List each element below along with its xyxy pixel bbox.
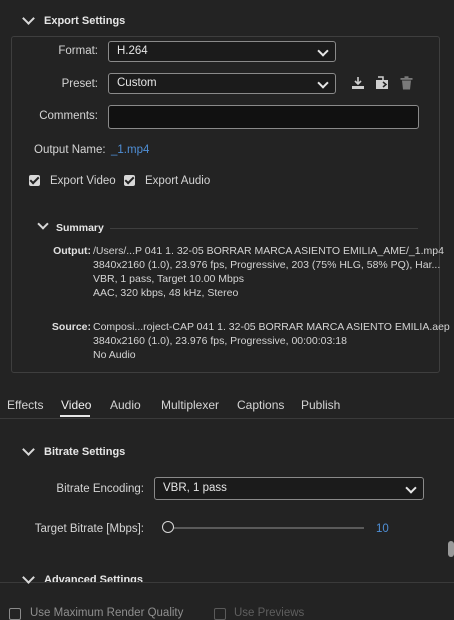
target-bitrate-label: Target Bitrate [Mbps]: xyxy=(34,523,144,535)
tab-effects[interactable]: Effects xyxy=(7,398,43,412)
summary-divider xyxy=(110,228,418,229)
target-bitrate-track xyxy=(170,527,364,529)
format-dropdown[interactable]: H.264 xyxy=(108,41,336,62)
active-tab-underline xyxy=(60,415,90,417)
summary-output-line: VBR, 1 pass, Target 10.00 Mbps xyxy=(93,273,244,285)
summary-output-line: AAC, 320 kbps, 48 kHz, Stereo xyxy=(93,287,239,299)
tab-video[interactable]: Video xyxy=(61,398,91,412)
scrollbar-thumb[interactable] xyxy=(448,541,454,557)
tab-publish[interactable]: Publish xyxy=(301,398,340,412)
output-name-label: Output Name: xyxy=(34,144,106,156)
format-label: Format: xyxy=(58,45,98,57)
bitrate-settings-collapse-icon[interactable] xyxy=(22,443,35,456)
tabs-divider xyxy=(0,418,454,419)
summary-title: Summary xyxy=(56,222,104,234)
bitrate-encoding-label: Bitrate Encoding: xyxy=(56,483,144,495)
use-max-render-label: Use Maximum Render Quality xyxy=(30,607,184,619)
chevron-down-icon xyxy=(405,482,417,494)
target-bitrate-slider-handle[interactable] xyxy=(162,521,174,533)
chevron-down-icon xyxy=(317,77,329,89)
advanced-divider xyxy=(0,582,454,583)
target-bitrate-value[interactable]: 10 xyxy=(376,523,389,535)
tab-captions[interactable]: Captions xyxy=(237,398,284,412)
use-previews-label: Use Previews xyxy=(234,607,305,619)
comments-label: Comments: xyxy=(39,110,98,122)
export-audio-label: Export Audio xyxy=(145,175,211,187)
summary-source-line: 3840x2160 (1.0), 23.976 fps, Progressive… xyxy=(93,335,347,347)
summary-output-line: 3840x2160 (1.0), 23.976 fps, Progressive… xyxy=(93,259,441,271)
advanced-settings-title: Advanced Settings xyxy=(44,574,144,582)
summary-source-key: Source: xyxy=(51,321,91,333)
preset-dropdown[interactable]: Custom xyxy=(108,73,336,94)
bitrate-encoding-value: VBR, 1 pass xyxy=(163,482,227,494)
bitrate-encoding-dropdown[interactable]: VBR, 1 pass xyxy=(154,477,424,500)
format-value: H.264 xyxy=(117,45,148,57)
export-video-label: Export Video xyxy=(50,175,116,187)
use-previews-checkbox[interactable] xyxy=(214,608,226,620)
save-preset-icon[interactable] xyxy=(351,76,365,90)
summary-output-key: Output: xyxy=(53,245,91,257)
summary-output-line: /Users/...P 041 1. 32-05 BORRAR MARCA AS… xyxy=(93,245,444,257)
export-settings-collapse-icon[interactable] xyxy=(22,12,35,25)
export-settings-title: Export Settings xyxy=(44,15,126,27)
trash-icon[interactable] xyxy=(400,76,413,90)
tab-multiplexer[interactable]: Multiplexer xyxy=(161,398,219,412)
bitrate-settings-title: Bitrate Settings xyxy=(44,446,126,458)
output-name-link[interactable]: _1.mp4 xyxy=(111,144,149,156)
summary-source-line: Composi...roject-CAP 041 1. 32-05 BORRAR… xyxy=(93,321,450,333)
export-audio-checkbox[interactable] xyxy=(124,175,135,186)
chevron-down-icon xyxy=(317,45,329,57)
import-preset-icon[interactable] xyxy=(374,76,390,90)
preset-value: Custom xyxy=(117,77,157,89)
export-video-checkbox[interactable] xyxy=(29,175,40,186)
use-max-render-checkbox[interactable] xyxy=(9,608,21,620)
comments-field[interactable] xyxy=(108,105,419,129)
summary-source-line: No Audio xyxy=(93,349,136,361)
preset-label: Preset: xyxy=(61,78,98,90)
tab-audio[interactable]: Audio xyxy=(110,398,141,412)
